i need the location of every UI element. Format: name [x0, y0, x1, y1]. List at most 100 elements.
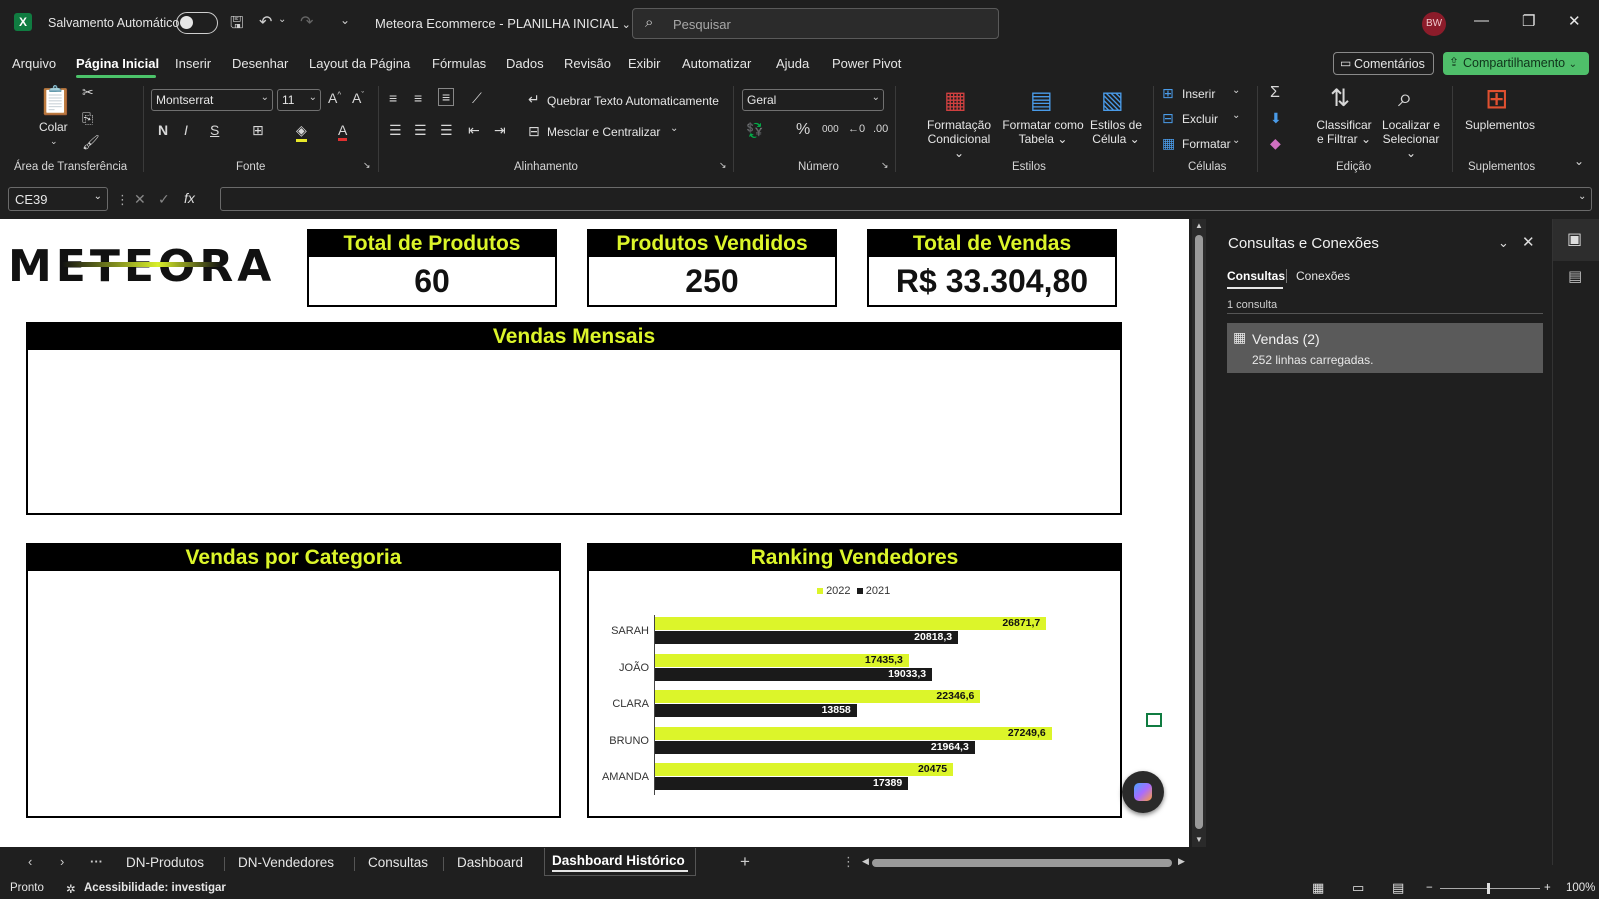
- increase-decimal-icon[interactable]: ←0: [848, 123, 865, 135]
- align-right-icon[interactable]: ☰: [440, 122, 453, 139]
- zoom-slider-thumb[interactable]: [1487, 883, 1490, 894]
- menu-exibir[interactable]: Exibir: [628, 56, 661, 71]
- font-dialog-icon[interactable]: ↘: [363, 160, 371, 171]
- vertical-scrollbar[interactable]: ▲ ▼: [1192, 219, 1206, 847]
- alignment-dialog-icon[interactable]: ↘: [719, 160, 727, 171]
- chevron-down-icon[interactable]: ⌄: [1232, 135, 1240, 146]
- page-break-icon[interactable]: ▤: [1392, 880, 1404, 896]
- accessibility-status[interactable]: Acessibilidade: investigar: [84, 882, 226, 894]
- thousands-icon[interactable]: 000: [822, 124, 839, 135]
- share-button[interactable]: ⇪ Compartilhamento ⌄: [1443, 52, 1589, 75]
- fill-icon[interactable]: ⬇: [1270, 110, 1282, 127]
- formula-input[interactable]: [220, 187, 1592, 211]
- wrap-text-button[interactable]: Quebrar Texto Automaticamente: [547, 94, 719, 108]
- dashboard-sheet[interactable]: METEORA Total de Produtos 60 Produtos Ve…: [0, 219, 1189, 847]
- menu-arquivo[interactable]: Arquivo: [12, 56, 56, 71]
- panel-ranking-vendedores[interactable]: Ranking Vendedores 2022 2021 SARAH 26871,…: [587, 543, 1122, 818]
- increase-font-icon[interactable]: A^: [328, 90, 341, 106]
- menu-power-pivot[interactable]: Power Pivot: [832, 56, 901, 71]
- tabs-options-icon[interactable]: ⋮: [842, 854, 855, 870]
- expand-formula-icon[interactable]: ⌄: [1578, 191, 1586, 202]
- menu-dados[interactable]: Dados: [506, 56, 544, 71]
- search-box[interactable]: ⌕ Pesquisar: [632, 8, 999, 39]
- align-top-icon[interactable]: ≡: [389, 90, 397, 106]
- scroll-thumb[interactable]: [1195, 235, 1203, 829]
- bold-icon[interactable]: N: [158, 122, 168, 138]
- menu-desenhar[interactable]: Desenhar: [232, 56, 288, 71]
- number-format-select[interactable]: Geral ⌄: [742, 89, 884, 111]
- orientation-icon[interactable]: ⟋: [472, 90, 482, 107]
- delete-cells-button[interactable]: Excluir: [1182, 112, 1218, 126]
- next-sheet-icon[interactable]: ›: [60, 854, 64, 869]
- paste-label[interactable]: Colar: [39, 120, 68, 134]
- paste-dropdown-icon[interactable]: ⌄: [50, 136, 58, 147]
- italic-icon[interactable]: I: [184, 122, 188, 138]
- increase-indent-icon[interactable]: ⇥: [494, 122, 506, 139]
- align-center-icon[interactable]: ☰: [414, 122, 427, 139]
- chevron-down-icon[interactable]: ⌄: [1232, 85, 1240, 96]
- save-icon[interactable]: 🖫: [230, 12, 244, 39]
- sort-filter-icon[interactable]: ⇅: [1330, 84, 1350, 113]
- chevron-down-icon[interactable]: ⌄: [1232, 110, 1240, 121]
- fill-color-icon[interactable]: ◈: [296, 122, 307, 142]
- add-sheet-icon[interactable]: +: [740, 852, 750, 872]
- menu-inserir[interactable]: Inserir: [175, 56, 211, 71]
- align-middle-icon[interactable]: ≡: [414, 90, 422, 106]
- more-sheets-icon[interactable]: ···: [90, 854, 103, 869]
- sheet-tab-dashboard[interactable]: Dashboard: [457, 855, 523, 870]
- decrease-font-icon[interactable]: Aˇ: [352, 90, 364, 106]
- delete-cells-icon[interactable]: ⊟: [1162, 110, 1174, 127]
- cut-icon[interactable]: ✂: [82, 84, 94, 101]
- paste-icon[interactable]: 📋: [38, 84, 73, 117]
- menu-layout[interactable]: Layout da Página: [309, 56, 410, 71]
- copilot-button[interactable]: [1122, 771, 1164, 813]
- sheet-tab-dn-vendedores[interactable]: DN-Vendedores: [238, 855, 334, 870]
- borders-icon[interactable]: ⊞: [252, 122, 264, 139]
- scroll-down-icon[interactable]: ▼: [1195, 835, 1203, 844]
- find-select-button[interactable]: Localizar e Selecionar ⌄: [1376, 118, 1446, 160]
- menu-ajuda[interactable]: Ajuda: [776, 56, 809, 71]
- redo-icon[interactable]: ↷: [300, 12, 313, 32]
- selection-handle[interactable]: [1146, 713, 1162, 727]
- menu-pagina-inicial[interactable]: Página Inicial: [76, 56, 159, 71]
- format-cells-button[interactable]: Formatar: [1182, 137, 1231, 151]
- sheet-tab-dn-produtos[interactable]: DN-Produtos: [126, 855, 204, 870]
- close-window-icon[interactable]: ✕: [1568, 12, 1581, 30]
- find-select-icon[interactable]: ⌕: [1398, 82, 1413, 114]
- scroll-up-icon[interactable]: ▲: [1195, 221, 1203, 230]
- font-color-icon[interactable]: A: [338, 122, 348, 141]
- underline-icon[interactable]: S: [210, 122, 219, 138]
- insert-cells-button[interactable]: Inserir: [1182, 87, 1215, 101]
- ranking-chart[interactable]: 2022 2021 SARAH 26871,7 20818,3 JOÃO 17435,3…: [589, 571, 1120, 816]
- chevron-down-icon[interactable]: ⌄: [670, 123, 678, 134]
- customize-toolbar-icon[interactable]: ⌄: [340, 13, 350, 27]
- percent-icon[interactable]: %: [796, 121, 810, 139]
- number-dialog-icon[interactable]: ↘: [881, 160, 889, 171]
- align-left-icon[interactable]: ☰: [389, 122, 402, 139]
- document-title[interactable]: Meteora Ecommerce - PLANILHA INICIAL ⌄: [375, 16, 631, 31]
- horizontal-scrollbar[interactable]: [872, 859, 1172, 867]
- addins-button[interactable]: Suplementos: [1462, 118, 1538, 132]
- zoom-out-icon[interactable]: −: [1426, 882, 1433, 894]
- merge-center-button[interactable]: Mesclar e Centralizar: [547, 125, 660, 139]
- more-icon[interactable]: ⋮: [116, 192, 129, 208]
- addins-icon[interactable]: ⊞: [1485, 82, 1508, 115]
- confirm-icon[interactable]: ✓: [158, 191, 170, 208]
- insert-function-icon[interactable]: fx: [184, 190, 195, 206]
- comments-button[interactable]: ▭ Comentários: [1333, 52, 1434, 75]
- menu-formulas[interactable]: Fórmulas: [432, 56, 486, 71]
- undo-dropdown-icon[interactable]: ⌄: [278, 14, 286, 25]
- query-item[interactable]: ▦ Vendas (2) 252 linhas carregadas.: [1227, 323, 1543, 373]
- avatar[interactable]: BW: [1422, 12, 1446, 36]
- autosave-toggle[interactable]: [176, 12, 218, 34]
- tab-consultas[interactable]: Consultas: [1227, 269, 1285, 283]
- insert-cells-icon[interactable]: ⊞: [1162, 85, 1174, 102]
- minimize-icon[interactable]: —: [1474, 12, 1489, 29]
- zoom-slider[interactable]: [1440, 888, 1540, 889]
- prev-sheet-icon[interactable]: ‹: [28, 854, 32, 869]
- copy-icon[interactable]: ⎘: [82, 110, 93, 127]
- format-painter-icon[interactable]: 🖌: [82, 134, 100, 151]
- name-box[interactable]: CE39 ⌄: [8, 187, 108, 211]
- conditional-format-icon[interactable]: ▦: [944, 86, 967, 115]
- normal-view-icon[interactable]: ▦: [1312, 880, 1324, 896]
